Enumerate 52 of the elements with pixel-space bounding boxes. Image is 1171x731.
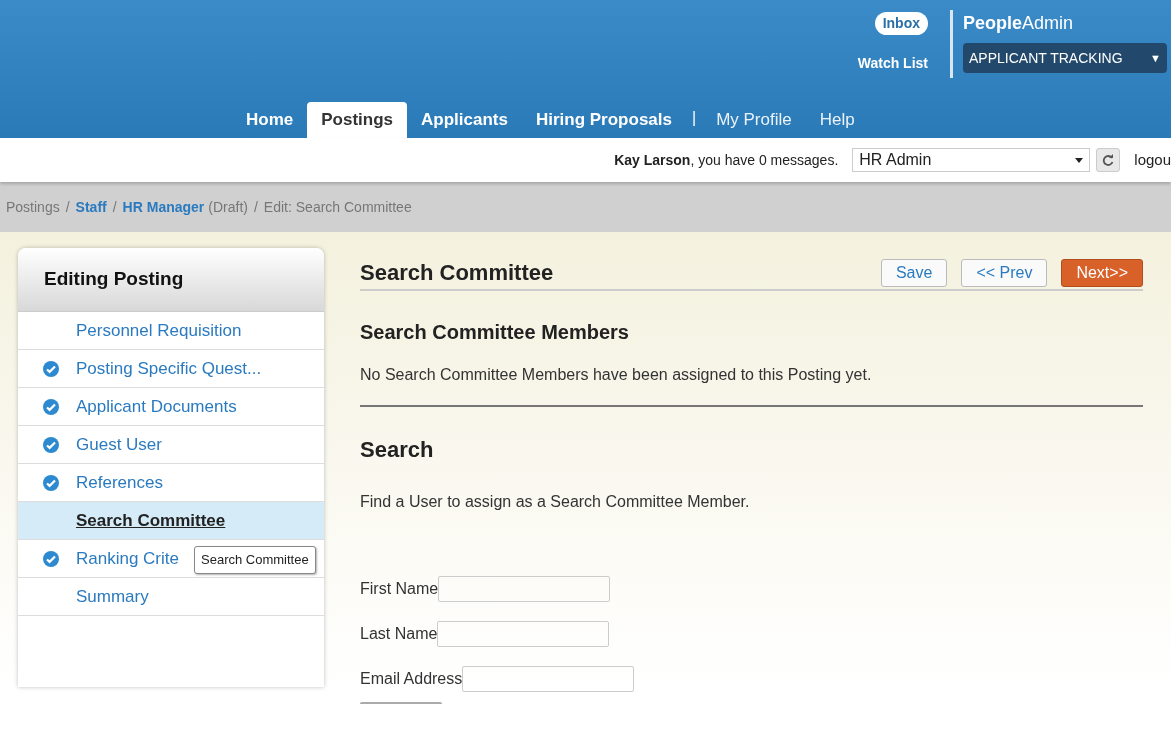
field-label: Email Address [360, 669, 463, 689]
breadcrumb-link[interactable]: HR Manager [122, 196, 205, 218]
breadcrumb-separator: / [65, 197, 70, 217]
check-circle-icon [42, 397, 60, 416]
instruction-text: Find a User to assign as a Search Committee Member. [360, 492, 751, 512]
caret-down-icon [1075, 157, 1084, 163]
module-dropdown[interactable]: APPLICANT TRACKING ▼ [963, 43, 1167, 73]
field-label: Last Name [360, 624, 438, 644]
refresh-button[interactable] [1096, 148, 1121, 172]
nav-tab[interactable]: Postings [307, 102, 408, 138]
inbox-link[interactable]: Inbox [874, 12, 928, 35]
sidebar-item[interactable]: Search Committee [18, 502, 324, 540]
section-heading: Search [360, 436, 435, 464]
check-circle-icon [42, 359, 60, 378]
check-circle-icon [42, 549, 60, 568]
breadcrumb-separator: / [112, 197, 117, 217]
breadcrumb-link[interactable]: Staff [75, 196, 107, 218]
nav-button[interactable]: Save [880, 258, 948, 287]
page-title: Search Committee [360, 259, 554, 287]
draft-note: (Draft) [208, 197, 248, 217]
field-label: First Name [360, 579, 439, 599]
sidebar-title: Editing Posting [44, 267, 184, 292]
sidebar-item[interactable]: Personnel Requisition [18, 312, 324, 350]
nav-button[interactable]: Next>> [1061, 258, 1143, 287]
nav-tab[interactable]: Help [805, 102, 869, 138]
watch-list-link[interactable]: Watch List [857, 53, 928, 74]
nav-button[interactable]: << Prev [961, 258, 1048, 287]
logout-link[interactable]: logou [1134, 148, 1171, 172]
sidebar-item[interactable]: Summary [18, 578, 324, 616]
check-circle-icon [42, 435, 60, 454]
breadcrumb-text: Postings [6, 197, 60, 217]
breadcrumb-text: Edit: Search Committee [263, 197, 412, 217]
sidebar-item[interactable]: Guest User [18, 426, 324, 464]
refresh-icon [1102, 154, 1115, 166]
nav-tab[interactable]: Home [232, 102, 308, 138]
text-field[interactable] [438, 576, 611, 602]
check-circle-icon [42, 473, 60, 492]
nav-separator: | [690, 108, 698, 128]
brand-logo: PeopleAdmin [963, 12, 1075, 35]
sidebar-item[interactable]: Posting Specific Quest... [18, 350, 324, 388]
sidebar-item[interactable]: Applicant Documents [18, 388, 324, 426]
welcome-message: Kay Larson, you have 0 messages. [614, 150, 839, 170]
section-heading: Search Committee Members [360, 320, 630, 345]
text-field[interactable] [462, 666, 635, 692]
breadcrumb-separator: / [253, 197, 258, 217]
nav-tab[interactable]: Applicants [407, 102, 522, 138]
empty-message: No Search Committee Members have been assigned to this Posting yet. [360, 365, 873, 385]
nav-tab[interactable]: My Profile [702, 102, 806, 138]
tooltip: Search Committee [194, 546, 316, 574]
nav-tab[interactable]: Hiring Proposals [521, 102, 686, 138]
text-field[interactable] [437, 621, 610, 647]
role-select[interactable]: HR Admin [852, 148, 1091, 172]
